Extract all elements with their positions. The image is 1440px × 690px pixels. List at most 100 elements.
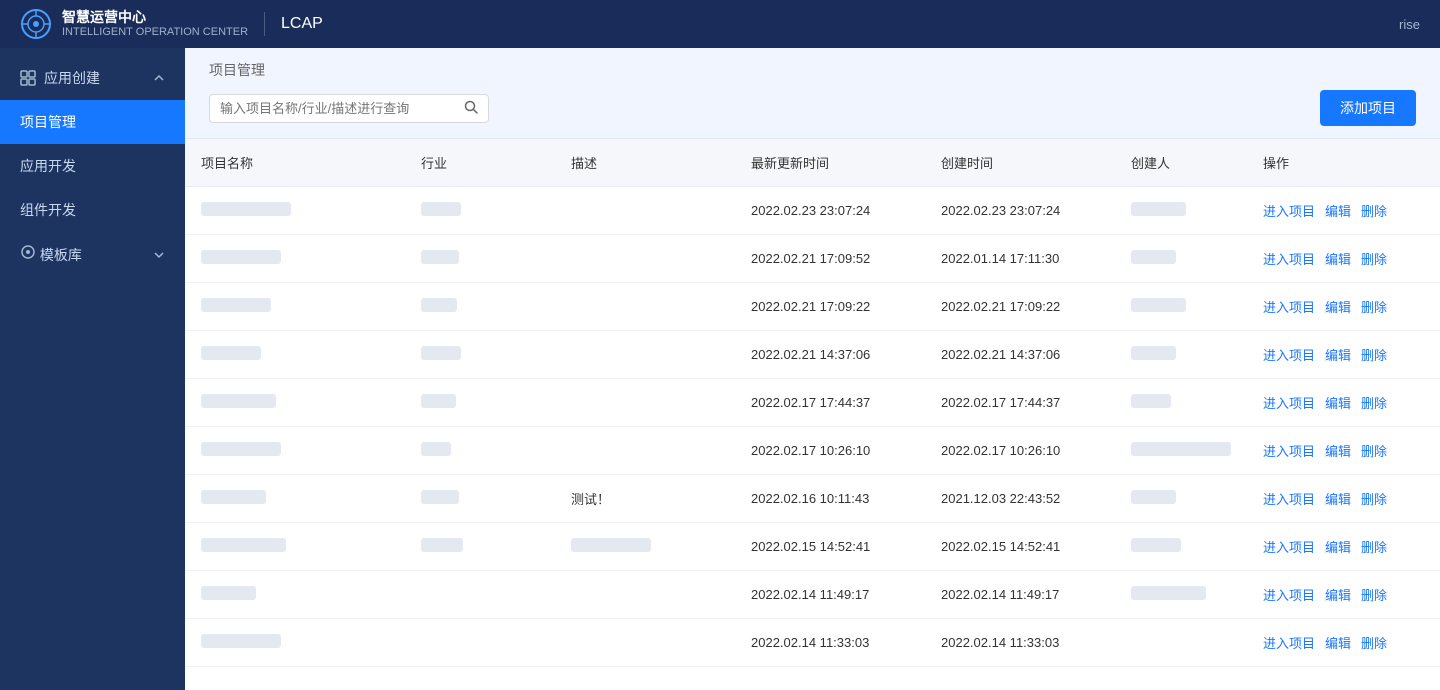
sidebar-group-app-create[interactable]: 应用创建 [0, 56, 185, 100]
product-name: LCAP [281, 15, 323, 33]
cell-actions: 进入项目编辑删除 [1247, 187, 1440, 235]
action-编辑[interactable]: 编辑 [1325, 537, 1351, 556]
action-进入项目[interactable]: 进入项目 [1263, 393, 1315, 412]
sidebar-template-lib-label: 模板库 [40, 247, 82, 263]
cell-desc [555, 331, 735, 379]
app-header: 智慧运营中心 INTELLIGENT OPERATION CENTER LCAP… [0, 0, 1440, 48]
add-project-button[interactable]: 添加项目 [1320, 90, 1416, 126]
cell-created: 2022.02.17 17:44:37 [925, 379, 1115, 427]
table-row: 2022.02.15 14:52:412022.02.15 14:52:41 进入… [185, 523, 1440, 571]
cell-creator [1115, 283, 1247, 331]
cell-creator [1115, 571, 1247, 619]
action-编辑[interactable]: 编辑 [1325, 297, 1351, 316]
cell-updated: 2022.02.23 23:07:24 [735, 187, 925, 235]
action-进入项目[interactable]: 进入项目 [1263, 633, 1315, 652]
action-删除[interactable]: 删除 [1361, 633, 1387, 652]
cell-industry [405, 331, 555, 379]
action-删除[interactable]: 删除 [1361, 393, 1387, 412]
cell-name [185, 571, 405, 619]
app-create-icon [20, 70, 36, 86]
action-删除[interactable]: 删除 [1361, 585, 1387, 604]
cell-desc: 测试！ [555, 475, 735, 523]
cell-created: 2022.02.23 23:07:24 [925, 187, 1115, 235]
action-编辑[interactable]: 编辑 [1325, 441, 1351, 460]
cell-updated: 2022.02.16 10:11:43 [735, 475, 925, 523]
table-row: 2022.02.14 11:33:032022.02.14 11:33:03 进入… [185, 619, 1440, 667]
action-进入项目[interactable]: 进入项目 [1263, 297, 1315, 316]
cell-updated: 2022.02.21 17:09:52 [735, 235, 925, 283]
logo-icon [20, 8, 52, 40]
action-删除[interactable]: 删除 [1361, 489, 1387, 508]
action-删除[interactable]: 删除 [1361, 441, 1387, 460]
action-删除[interactable]: 删除 [1361, 249, 1387, 268]
col-industry: 行业 [405, 139, 555, 187]
action-删除[interactable]: 删除 [1361, 537, 1387, 556]
cell-desc [555, 187, 735, 235]
action-进入项目[interactable]: 进入项目 [1263, 537, 1315, 556]
cell-created: 2021.12.03 22:43:52 [925, 475, 1115, 523]
cell-name [185, 523, 405, 571]
action-编辑[interactable]: 编辑 [1325, 633, 1351, 652]
cell-created: 2022.02.15 14:52:41 [925, 523, 1115, 571]
sidebar-app-dev-label: 应用开发 [20, 158, 76, 174]
chevron-up-icon [153, 72, 165, 84]
cell-updated: 2022.02.14 11:49:17 [735, 571, 925, 619]
action-进入项目[interactable]: 进入项目 [1263, 441, 1315, 460]
action-进入项目[interactable]: 进入项目 [1263, 489, 1315, 508]
search-button[interactable] [464, 100, 478, 117]
breadcrumb: 项目管理 [209, 60, 1416, 80]
search-icon [464, 100, 478, 114]
cell-desc [555, 235, 735, 283]
col-name: 项目名称 [185, 139, 405, 187]
brand-sub: INTELLIGENT OPERATION CENTER [62, 26, 248, 39]
action-删除[interactable]: 删除 [1361, 201, 1387, 220]
cell-updated: 2022.02.17 10:26:10 [735, 427, 925, 475]
search-container[interactable] [209, 94, 489, 123]
cell-desc [555, 523, 735, 571]
action-进入项目[interactable]: 进入项目 [1263, 201, 1315, 220]
project-table: 项目名称 行业 描述 最新更新时间 创建时间 创建人 操作 2022.02.23… [185, 139, 1440, 667]
action-进入项目[interactable]: 进入项目 [1263, 345, 1315, 364]
page-title: 项目管理 [209, 62, 265, 78]
search-input[interactable] [220, 101, 456, 116]
sidebar-item-template-lib[interactable]: 模板库 [0, 232, 185, 277]
sidebar-item-app-dev[interactable]: 应用开发 [0, 144, 185, 188]
cell-updated: 2022.02.14 11:33:03 [735, 619, 925, 667]
cell-desc [555, 619, 735, 667]
table-row: 2022.02.17 17:44:372022.02.17 17:44:37进入… [185, 379, 1440, 427]
cell-creator [1115, 187, 1247, 235]
action-编辑[interactable]: 编辑 [1325, 345, 1351, 364]
cell-created: 2022.02.14 11:49:17 [925, 571, 1115, 619]
action-删除[interactable]: 删除 [1361, 345, 1387, 364]
action-编辑[interactable]: 编辑 [1325, 585, 1351, 604]
toolbar: 添加项目 [209, 90, 1416, 138]
cell-industry [405, 571, 555, 619]
action-编辑[interactable]: 编辑 [1325, 393, 1351, 412]
cell-creator [1115, 379, 1247, 427]
cell-industry [405, 619, 555, 667]
cell-created: 2022.02.14 11:33:03 [925, 619, 1115, 667]
sidebar-item-component-dev[interactable]: 组件开发 [0, 188, 185, 232]
table-row: 2022.02.23 23:07:242022.02.23 23:07:24 进入… [185, 187, 1440, 235]
cell-industry [405, 475, 555, 523]
cell-name [185, 187, 405, 235]
cell-created: 2022.02.17 10:26:10 [925, 427, 1115, 475]
sidebar-item-project-mgmt[interactable]: 项目管理 [0, 100, 185, 144]
cell-name [185, 331, 405, 379]
cell-desc [555, 571, 735, 619]
cell-creator [1115, 523, 1247, 571]
cell-updated: 2022.02.15 14:52:41 [735, 523, 925, 571]
template-icon [20, 244, 36, 260]
action-进入项目[interactable]: 进入项目 [1263, 249, 1315, 268]
action-编辑[interactable]: 编辑 [1325, 249, 1351, 268]
sidebar-app-create-label: 应用创建 [44, 68, 100, 88]
cell-updated: 2022.02.21 17:09:22 [735, 283, 925, 331]
action-删除[interactable]: 删除 [1361, 297, 1387, 316]
action-编辑[interactable]: 编辑 [1325, 489, 1351, 508]
table-row: 2022.02.21 14:37:062022.02.21 14:37:06进入… [185, 331, 1440, 379]
action-进入项目[interactable]: 进入项目 [1263, 585, 1315, 604]
cell-creator [1115, 427, 1247, 475]
cell-actions: 进入项目编辑删除 [1247, 427, 1440, 475]
logo: 智慧运营中心 INTELLIGENT OPERATION CENTER [20, 8, 248, 40]
action-编辑[interactable]: 编辑 [1325, 201, 1351, 220]
